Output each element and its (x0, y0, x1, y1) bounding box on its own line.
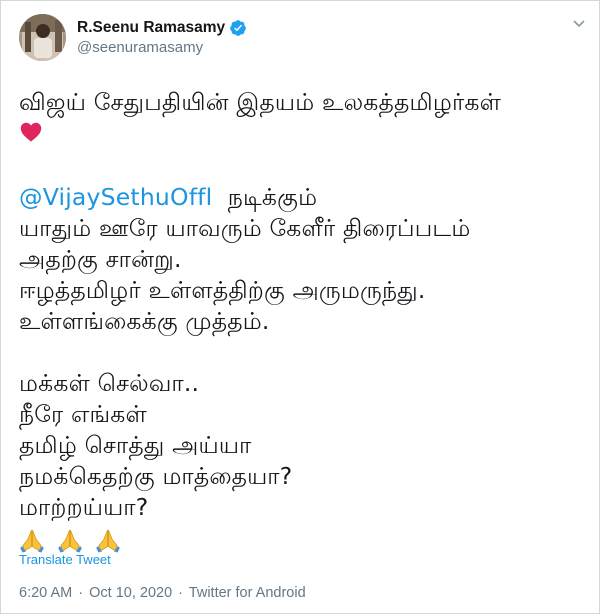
tweet-line: நீரே எங்கள் (19, 400, 147, 428)
tweet-header: R.Seenu Ramasamy @seenuramasamy (19, 14, 247, 61)
author-handle[interactable]: @seenuramasamy (77, 39, 247, 56)
red-heart-emoji-icon (19, 120, 589, 151)
tweet-line: யாதும் ஊரே யாவரும் கேளீர் திரைப்படம் (19, 214, 471, 242)
tweet-line: தமிழ் சொத்து அய்யா (19, 431, 252, 459)
author-display-name[interactable]: R.Seenu Ramasamy (77, 19, 225, 37)
tweet-source[interactable]: Twitter for Android (189, 585, 306, 601)
more-options-chevron-down-icon[interactable] (571, 15, 587, 31)
translate-tweet-link[interactable]: Translate Tweet (19, 552, 111, 567)
author-names: R.Seenu Ramasamy @seenuramasamy (77, 19, 247, 56)
verified-badge-icon (229, 19, 247, 37)
tweet-date[interactable]: Oct 10, 2020 (89, 585, 172, 601)
folded-hands-emoji-icon (96, 529, 120, 553)
mention-link[interactable]: @VijaySethuOffl (19, 183, 212, 211)
tweet-line: விஜய் சேதுபதியின் இதயம் உலகத்தமிழர்கள் (19, 88, 502, 116)
tweet-line: உள்ளங்கைக்கு முத்தம். (19, 307, 270, 335)
folded-hands-emoji-icon (20, 529, 44, 553)
tweet-line: அதற்கு சான்று. (19, 245, 182, 273)
tweet-line: மாற்றய்யா? (19, 493, 149, 521)
tweet-line: மக்கள் செல்வா.. (19, 369, 200, 397)
meta-separator: · (178, 585, 184, 601)
tweet-meta: 6:20 AM · Oct 10, 2020 · Twitter for And… (19, 585, 306, 601)
tweet-card: R.Seenu Ramasamy @seenuramasamy விஜய் சே… (0, 0, 600, 614)
tweet-text: விஜய் சேதுபதியின் இதயம் உலகத்தமிழர்கள் @… (19, 87, 589, 555)
mention-suffix: நடிக்கும் (212, 183, 318, 211)
mention-line: @VijaySethuOffl நடிக்கும் (19, 182, 589, 213)
tweet-line: ஈழத்தமிழர் உள்ளத்திற்கு அருமருந்து. (19, 276, 426, 304)
tweet-line: நமக்கெதற்கு மாத்தையா? (19, 462, 293, 490)
tweet-time[interactable]: 6:20 AM (19, 585, 72, 601)
folded-hands-emoji-row (19, 525, 589, 555)
folded-hands-emoji-icon (58, 529, 82, 553)
avatar[interactable] (19, 14, 66, 61)
avatar-image (19, 14, 66, 61)
meta-separator: · (78, 585, 84, 601)
